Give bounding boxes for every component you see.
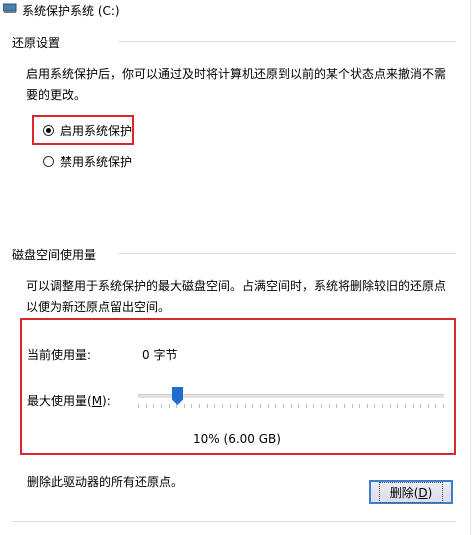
radio-disable-label: 禁用系统保护 bbox=[60, 155, 133, 169]
system-protection-icon bbox=[2, 3, 17, 14]
slider-tick bbox=[146, 404, 147, 408]
slider-tick bbox=[245, 404, 246, 408]
radio-enable-label: 启用系统保护 bbox=[60, 124, 133, 138]
slider-tick bbox=[367, 404, 368, 408]
delete-button-label: 删除(D) bbox=[378, 481, 444, 503]
slider-tick bbox=[413, 404, 414, 408]
max-usage-accelerator: M bbox=[91, 394, 103, 408]
slider-tick bbox=[443, 404, 444, 408]
slider-tick bbox=[214, 404, 215, 408]
slider-tick bbox=[298, 404, 299, 408]
radio-enable-protection[interactable]: 启用系统保护 bbox=[43, 122, 132, 139]
slider-tick bbox=[329, 404, 330, 408]
slider-tick bbox=[275, 404, 276, 408]
slider-tick bbox=[169, 404, 170, 408]
slider-tick bbox=[260, 404, 261, 408]
max-usage-slider[interactable] bbox=[138, 386, 444, 412]
delete-accelerator: D bbox=[418, 485, 428, 500]
slider-tick bbox=[161, 404, 162, 408]
slider-tick bbox=[176, 404, 177, 408]
slider-tick bbox=[382, 404, 383, 408]
max-usage-label-text: 最大使用量( bbox=[27, 394, 92, 408]
delete-description: 删除此驱动器的所有还原点。 bbox=[27, 475, 184, 489]
slider-tick bbox=[306, 404, 307, 408]
slider-tick bbox=[184, 404, 185, 408]
slider-tick bbox=[336, 404, 337, 408]
slider-tick bbox=[313, 404, 314, 408]
radio-selected-icon[interactable] bbox=[43, 125, 54, 136]
slider-tick bbox=[435, 404, 436, 408]
slider-tick bbox=[222, 404, 223, 408]
max-usage-label-tail: ): bbox=[102, 394, 111, 408]
slider-tick bbox=[420, 404, 421, 408]
slider-tick bbox=[138, 404, 139, 408]
disk-usage-heading: 磁盘空间使用量 bbox=[12, 248, 97, 262]
slider-tick bbox=[207, 404, 208, 408]
slider-track[interactable] bbox=[138, 394, 444, 398]
slider-thumb[interactable] bbox=[172, 387, 183, 405]
slider-tick bbox=[428, 404, 429, 408]
slider-tick bbox=[283, 404, 284, 408]
current-usage-value: 0 字节 bbox=[142, 348, 178, 362]
window-title: 系统保护系统 (C:) bbox=[22, 4, 120, 18]
delete-button[interactable]: 删除(D) bbox=[369, 480, 453, 504]
max-usage-label: 最大使用量(M): bbox=[27, 392, 111, 409]
slider-tick bbox=[352, 404, 353, 408]
window-border bbox=[470, 0, 471, 535]
slider-tick bbox=[230, 404, 231, 408]
slider-tick bbox=[268, 404, 269, 408]
radio-disable-protection[interactable]: 禁用系统保护 bbox=[43, 153, 132, 170]
slider-tick bbox=[359, 404, 360, 408]
restore-settings-description: 启用系统保护后，你可以通过及时将计算机还原到以前的某个状态点来撤消不需要的更改。 bbox=[26, 67, 447, 102]
slider-tick bbox=[321, 404, 322, 408]
restore-settings-heading: 还原设置 bbox=[12, 36, 61, 50]
bottom-divider bbox=[12, 521, 456, 522]
slider-tick bbox=[397, 404, 398, 408]
slider-tick bbox=[390, 404, 391, 408]
radio-unselected-icon[interactable] bbox=[43, 156, 54, 167]
slider-tick bbox=[237, 404, 238, 408]
delete-button-text: 删除( bbox=[389, 485, 419, 500]
delete-button-suffix: ) bbox=[427, 485, 433, 500]
title-bar: 系统保护系统 (C:) bbox=[0, 0, 474, 22]
slider-tick bbox=[344, 404, 345, 408]
current-usage-label: 当前使用量: bbox=[27, 348, 92, 362]
slider-tick bbox=[153, 404, 154, 408]
slider-tick bbox=[191, 404, 192, 408]
group-divider bbox=[118, 41, 456, 42]
group-divider bbox=[118, 253, 456, 254]
slider-tick bbox=[405, 404, 406, 408]
slider-readout: 10% (6.00 GB) bbox=[193, 432, 281, 446]
slider-tick bbox=[374, 404, 375, 408]
slider-tick bbox=[252, 404, 253, 408]
slider-ticks bbox=[138, 404, 444, 409]
slider-tick bbox=[291, 404, 292, 408]
disk-usage-description: 可以调整用于系统保护的最大磁盘空间。占满空间时，系统将删除较旧的还原点以便为新还… bbox=[26, 279, 447, 314]
slider-tick bbox=[199, 404, 200, 408]
